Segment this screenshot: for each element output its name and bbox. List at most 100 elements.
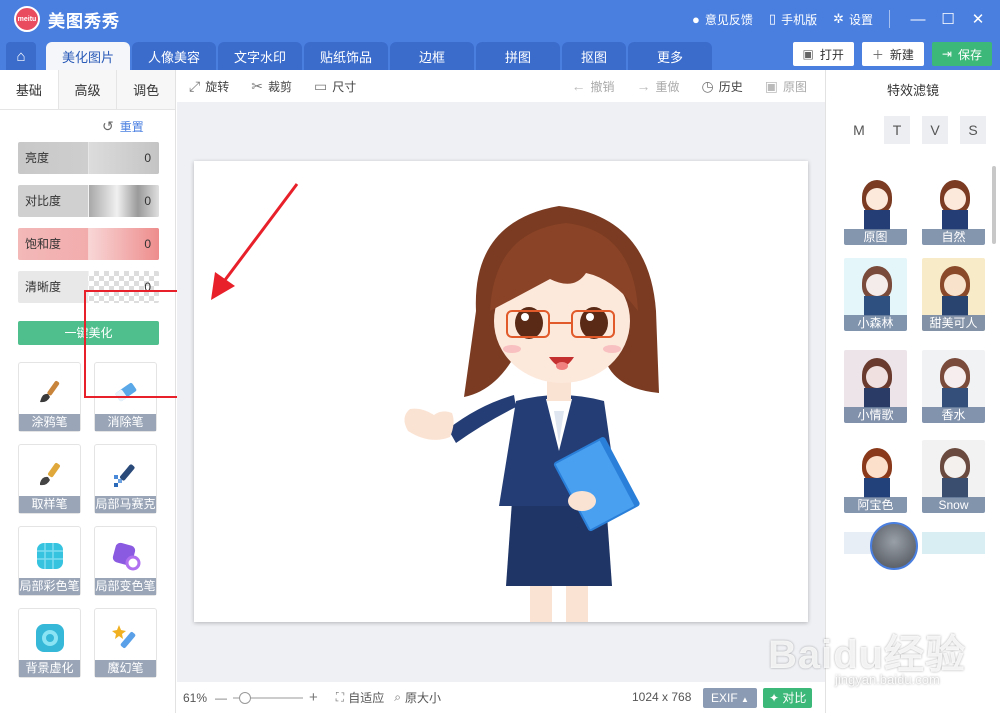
girl-body-icon	[864, 296, 890, 316]
filter-sweet[interactable]: 甜美可人	[922, 258, 985, 331]
girl-face-icon	[866, 188, 888, 210]
subtab-advanced[interactable]: 高级	[57, 70, 117, 109]
zoom-in-button[interactable]: +	[309, 689, 318, 706]
zoom-slider[interactable]	[233, 691, 304, 704]
maximize-button[interactable]: ☐	[934, 10, 962, 28]
crop-button[interactable]: ✂ 裁剪	[251, 78, 292, 95]
slider-value: 0	[88, 185, 159, 217]
compare-button[interactable]: ✦ 对比	[763, 688, 813, 708]
original-label: 原图	[782, 79, 807, 94]
recolor-pen-icon	[109, 539, 143, 573]
reset-label: 重置	[119, 120, 144, 134]
filter-tab-t[interactable]: T	[884, 116, 910, 144]
main-tab-bar: ⌂ 美化图片 人像美容 文字水印 贴纸饰品 边框 拼图 抠图 更多 ▣ 打开 ＋ 新…	[0, 38, 1000, 70]
filter-perfume[interactable]: 香水	[922, 350, 985, 423]
minimize-button[interactable]: —	[904, 11, 932, 28]
tab-beautify[interactable]: 美化图片	[46, 42, 130, 70]
filter-tab-s[interactable]: S	[960, 116, 986, 144]
filter-abao[interactable]: 阿宝色	[844, 440, 907, 513]
local-color-tool[interactable]: 局部彩色笔	[18, 526, 81, 596]
tab-stickers[interactable]: 贴纸饰品	[304, 42, 388, 70]
filter-tab-m[interactable]: M	[846, 116, 872, 144]
mobile-link[interactable]: ▯ 手机版	[769, 11, 817, 28]
undo-button[interactable]: ← 撤销	[571, 78, 614, 95]
original-button[interactable]: ▣ 原图	[765, 78, 807, 95]
crop-label: 裁剪	[267, 79, 292, 94]
exif-button[interactable]: EXIF ▲	[703, 688, 757, 708]
tab-more[interactable]: 更多	[628, 42, 712, 70]
tab-text[interactable]: 文字水印	[218, 42, 302, 70]
tab-collage[interactable]: 拼图	[476, 42, 560, 70]
filter-love-song[interactable]: 小情歌	[844, 350, 907, 423]
tool-label: 取样笔	[19, 496, 80, 513]
reset-button[interactable]: ↺ 重置	[102, 118, 144, 135]
magic-pen-tool[interactable]: 魔幻笔	[94, 608, 157, 678]
tab-frames[interactable]: 边框	[390, 42, 474, 70]
redo-button[interactable]: → 重做	[637, 78, 680, 95]
scrollbar[interactable]	[992, 166, 996, 244]
size-label: 尺寸	[332, 79, 357, 94]
image-icon: ▣	[802, 47, 814, 61]
user-avatar[interactable]	[870, 522, 918, 570]
girl-face-icon	[866, 274, 888, 296]
close-button[interactable]: ✕	[964, 10, 992, 28]
filter-partial-right[interactable]	[922, 532, 985, 554]
redo-icon: →	[636, 78, 651, 94]
settings-link[interactable]: ✲ 设置	[833, 11, 873, 28]
girl-face-icon	[866, 456, 888, 478]
zoom-out-button[interactable]: —	[215, 691, 227, 705]
chat-icon: ●	[692, 11, 700, 27]
tool-label: 涂鸦笔	[19, 414, 80, 431]
local-recolor-tool[interactable]: 局部变色笔	[94, 526, 157, 596]
mobile-label: 手机版	[781, 12, 818, 27]
background-blur-tool[interactable]: 背景虚化	[18, 608, 81, 678]
save-button[interactable]: ⇥ 保存	[931, 42, 992, 66]
filter-snow[interactable]: Snow	[922, 440, 985, 513]
home-tab[interactable]: ⌂	[6, 42, 36, 70]
fit-label: 自适应	[348, 691, 385, 705]
filter-original[interactable]: 原图	[844, 172, 907, 245]
tool-label: 消除笔	[95, 414, 156, 431]
girl-body-icon	[942, 210, 968, 230]
filter-label: 香水	[922, 407, 985, 423]
compare-label: 对比	[782, 691, 807, 705]
plus-icon: ＋	[871, 47, 884, 62]
image-icon: ▣	[764, 77, 778, 94]
tab-cutout[interactable]: 抠图	[562, 42, 626, 70]
brightness-slider[interactable]: 亮度 0	[18, 142, 159, 174]
new-button[interactable]: ＋ 新建	[861, 42, 924, 66]
image-dimensions: 1024 x 768	[632, 690, 692, 704]
filter-label: 甜美可人	[922, 315, 985, 331]
girl-body-icon	[864, 388, 890, 408]
contrast-slider[interactable]: 对比度 0	[18, 185, 159, 217]
saturation-slider[interactable]: 饱和度 0	[18, 228, 159, 260]
filter-label: 原图	[844, 229, 907, 245]
divider	[889, 10, 890, 28]
open-button[interactable]: ▣ 打开	[792, 42, 854, 66]
feedback-link[interactable]: ● 意见反馈	[692, 11, 753, 28]
history-button[interactable]: ◷ 历史	[702, 78, 743, 95]
sample-pen-tool[interactable]: 取样笔	[18, 444, 81, 514]
original-size-button[interactable]: ⌕ 原大小	[394, 689, 441, 706]
mosaic-tool[interactable]: 局部马赛克	[94, 444, 157, 514]
zoom-slider-handle[interactable]	[239, 691, 252, 704]
gear-icon: ✲	[833, 11, 844, 26]
size-button[interactable]: ▭ 尺寸	[314, 78, 356, 95]
stamp-brush-icon	[33, 457, 67, 491]
tab-portrait[interactable]: 人像美容	[132, 42, 216, 70]
history-label: 历史	[718, 79, 743, 94]
filter-forest[interactable]: 小森林	[844, 258, 907, 331]
fit-button[interactable]: ⛶ 自适应	[336, 689, 384, 706]
doodle-pen-tool[interactable]: 涂鸦笔	[18, 362, 81, 432]
subtab-color[interactable]: 调色	[116, 70, 176, 109]
filter-tab-v[interactable]: V	[922, 116, 948, 144]
filter-natural[interactable]: 自然	[922, 172, 985, 245]
brush-icon	[33, 375, 67, 409]
redo-label: 重做	[655, 79, 680, 94]
rotate-button[interactable]: ⤢ 旋转	[189, 78, 229, 95]
scissors-icon: ✂	[251, 77, 263, 94]
caret-up-icon: ▲	[741, 695, 749, 704]
feedback-label: 意见反馈	[704, 12, 753, 27]
mosaic-pen-icon	[109, 457, 143, 491]
subtab-basic[interactable]: 基础	[0, 70, 58, 109]
